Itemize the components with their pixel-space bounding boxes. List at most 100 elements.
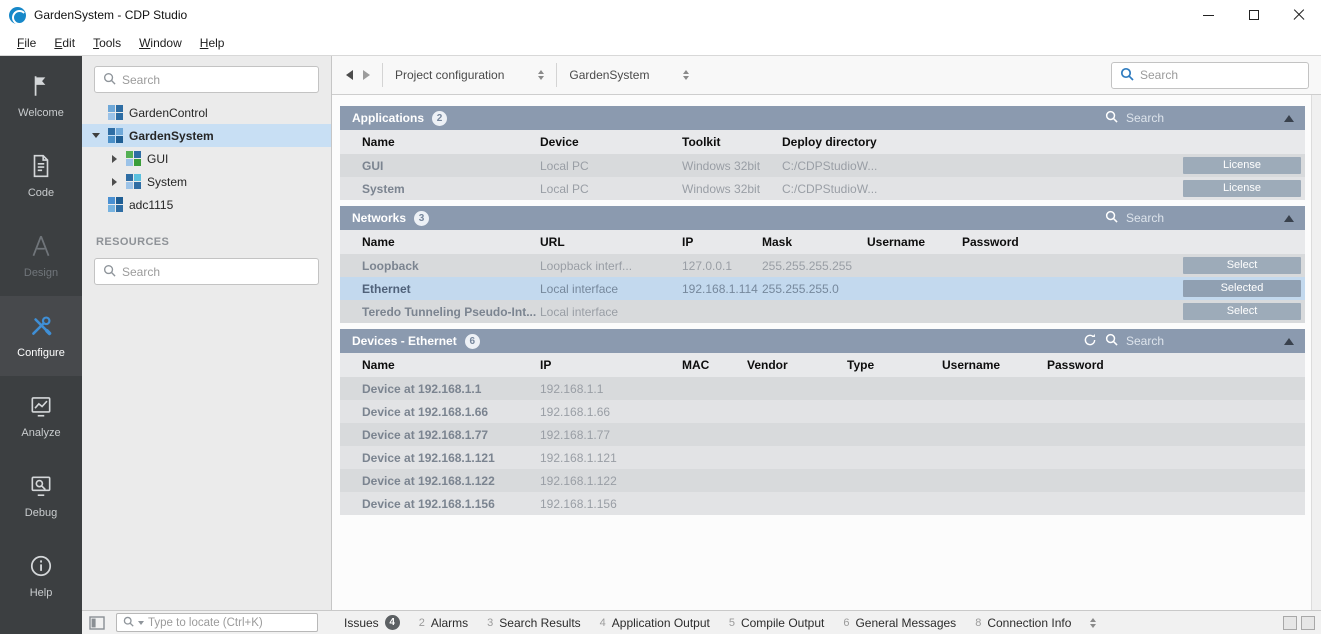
tree-item-gardencontrol[interactable]: GardenControl xyxy=(82,101,331,124)
panel-button[interactable] xyxy=(1283,615,1297,630)
tree-item-system[interactable]: System xyxy=(82,170,331,193)
menu-tools[interactable]: Tools xyxy=(84,32,130,54)
tab-application-output[interactable]: 4 Application Output xyxy=(600,616,710,630)
cell-mask: 255.255.255.255 xyxy=(762,258,853,273)
chevron-right-icon[interactable] xyxy=(111,177,117,186)
table-row[interactable]: System Local PC Windows 32bit C:/CDPStud… xyxy=(340,177,1305,200)
maximize-button[interactable] xyxy=(1231,0,1276,30)
section-title: Networks xyxy=(352,211,407,225)
resources-search-input[interactable] xyxy=(122,264,310,279)
chevron-down-icon[interactable] xyxy=(138,620,144,625)
configure-content: Applications 2 Search Name Device Toolki… xyxy=(332,95,1311,610)
section-search-label[interactable]: Search xyxy=(1126,334,1164,348)
sidebar-toggle-icon[interactable] xyxy=(86,614,108,632)
devices-header[interactable]: Devices - Ethernet 6 Search xyxy=(340,329,1305,353)
refresh-icon[interactable] xyxy=(1083,333,1097,350)
resources-search[interactable] xyxy=(94,258,319,285)
cell-url: Local interface xyxy=(540,304,619,319)
minimize-button[interactable] xyxy=(1186,0,1231,30)
license-button[interactable]: License xyxy=(1183,180,1301,197)
table-row[interactable]: Device at 192.168.1.66 192.168.1.66 xyxy=(340,400,1305,423)
section-search-label[interactable]: Search xyxy=(1126,211,1164,225)
pane-selector-arrows-icon[interactable] xyxy=(1090,617,1097,628)
project-search-input[interactable] xyxy=(122,72,310,87)
table-row[interactable]: Device at 192.168.1.156 192.168.1.156 xyxy=(340,492,1305,515)
tab-issues[interactable]: Issues 4 xyxy=(344,615,400,630)
cell-name: Device at 192.168.1.1 xyxy=(362,381,482,396)
project-search[interactable] xyxy=(94,66,319,93)
vertical-scrollbar[interactable] xyxy=(1311,95,1321,610)
tree-item-adc1115[interactable]: adc1115 xyxy=(82,193,331,216)
collapse-icon[interactable] xyxy=(1284,337,1294,345)
window-controls xyxy=(1186,0,1321,30)
section-search-label[interactable]: Search xyxy=(1126,111,1164,125)
menu-window[interactable]: Window xyxy=(130,32,191,54)
back-icon[interactable] xyxy=(346,70,353,80)
chart-icon xyxy=(28,393,54,422)
table-row[interactable]: GUI Local PC Windows 32bit C:/CDPStudioW… xyxy=(340,154,1305,177)
design-icon xyxy=(28,233,54,262)
breadcrumb-project-configuration[interactable]: Project configuration xyxy=(395,68,545,82)
chevron-right-icon[interactable] xyxy=(111,154,117,163)
select-button[interactable]: Select xyxy=(1183,257,1301,274)
mode-code[interactable]: Code xyxy=(0,136,82,216)
tab-number: 8 xyxy=(975,616,982,629)
flag-icon xyxy=(28,73,54,102)
table-row[interactable]: Teredo Tunneling Pseudo-Int... Local int… xyxy=(340,300,1305,323)
panel-button[interactable] xyxy=(1301,615,1315,630)
tab-connection-info[interactable]: 8 Connection Info xyxy=(975,616,1071,630)
mode-label: Debug xyxy=(24,507,58,519)
search-icon[interactable] xyxy=(1105,333,1118,349)
select-button[interactable]: Select xyxy=(1183,303,1301,320)
mode-configure[interactable]: Configure xyxy=(0,296,82,376)
main-search-input[interactable] xyxy=(1140,68,1300,82)
table-row[interactable]: Device at 192.168.1.77 192.168.1.77 xyxy=(340,423,1305,446)
mode-welcome[interactable]: Welcome xyxy=(0,56,82,136)
applications-header[interactable]: Applications 2 Search xyxy=(340,106,1305,130)
cell-device: Local PC xyxy=(540,181,589,196)
tab-general-messages[interactable]: 6 General Messages xyxy=(843,616,956,630)
mode-analyze[interactable]: Analyze xyxy=(0,376,82,456)
collapse-icon[interactable] xyxy=(1284,214,1294,222)
search-icon[interactable] xyxy=(1105,210,1118,226)
chevron-down-icon[interactable] xyxy=(92,133,100,138)
sort-arrows-icon[interactable] xyxy=(683,70,690,80)
collapse-icon[interactable] xyxy=(1284,114,1294,122)
table-row[interactable]: Loopback Loopback interf... 127.0.0.1 25… xyxy=(340,254,1305,277)
tools-icon xyxy=(28,313,54,342)
breadcrumb-gardensystem[interactable]: GardenSystem xyxy=(569,68,690,82)
cell-toolkit: Windows 32bit xyxy=(682,158,761,173)
search-icon[interactable] xyxy=(1105,110,1118,126)
table-row[interactable]: Device at 192.168.1.122 192.168.1.122 xyxy=(340,469,1305,492)
tab-search-results[interactable]: 3 Search Results xyxy=(487,616,581,630)
status-bar: Issues 4 2 Alarms 3 Search Results 4 App… xyxy=(82,610,1321,634)
cell-name: GUI xyxy=(362,158,384,173)
locator[interactable] xyxy=(116,613,318,632)
menu-file[interactable]: File xyxy=(8,32,45,54)
mode-debug[interactable]: Debug xyxy=(0,456,82,536)
table-row[interactable]: Device at 192.168.1.1 192.168.1.1 xyxy=(340,377,1305,400)
close-button[interactable] xyxy=(1276,0,1321,30)
section-title: Devices - Ethernet xyxy=(352,334,457,348)
selected-button[interactable]: Selected xyxy=(1183,280,1301,297)
tab-number: 4 xyxy=(599,616,606,629)
forward-icon[interactable] xyxy=(363,70,370,80)
column-header: Mask xyxy=(762,235,793,249)
tree-item-gardensystem[interactable]: GardenSystem xyxy=(82,124,331,147)
tree-item-gui[interactable]: GUI xyxy=(82,147,331,170)
cell-url: Loopback interf... xyxy=(540,258,633,273)
table-row[interactable]: Device at 192.168.1.121 192.168.1.121 xyxy=(340,446,1305,469)
menu-help[interactable]: Help xyxy=(191,32,234,54)
cell-ip: 192.168.1.114 xyxy=(682,281,758,296)
mode-help[interactable]: Help xyxy=(0,536,82,616)
tab-compile-output[interactable]: 5 Compile Output xyxy=(729,616,825,630)
networks-header[interactable]: Networks 3 Search xyxy=(340,206,1305,230)
sort-arrows-icon[interactable] xyxy=(538,70,545,80)
project-icon xyxy=(108,128,123,143)
table-row-selected[interactable]: Ethernet Local interface 192.168.1.114 2… xyxy=(340,277,1305,300)
menu-edit[interactable]: Edit xyxy=(45,32,84,54)
main-search[interactable] xyxy=(1111,61,1309,89)
locator-input[interactable] xyxy=(148,616,311,629)
license-button[interactable]: License xyxy=(1183,157,1301,174)
tab-alarms[interactable]: 2 Alarms xyxy=(419,616,468,630)
